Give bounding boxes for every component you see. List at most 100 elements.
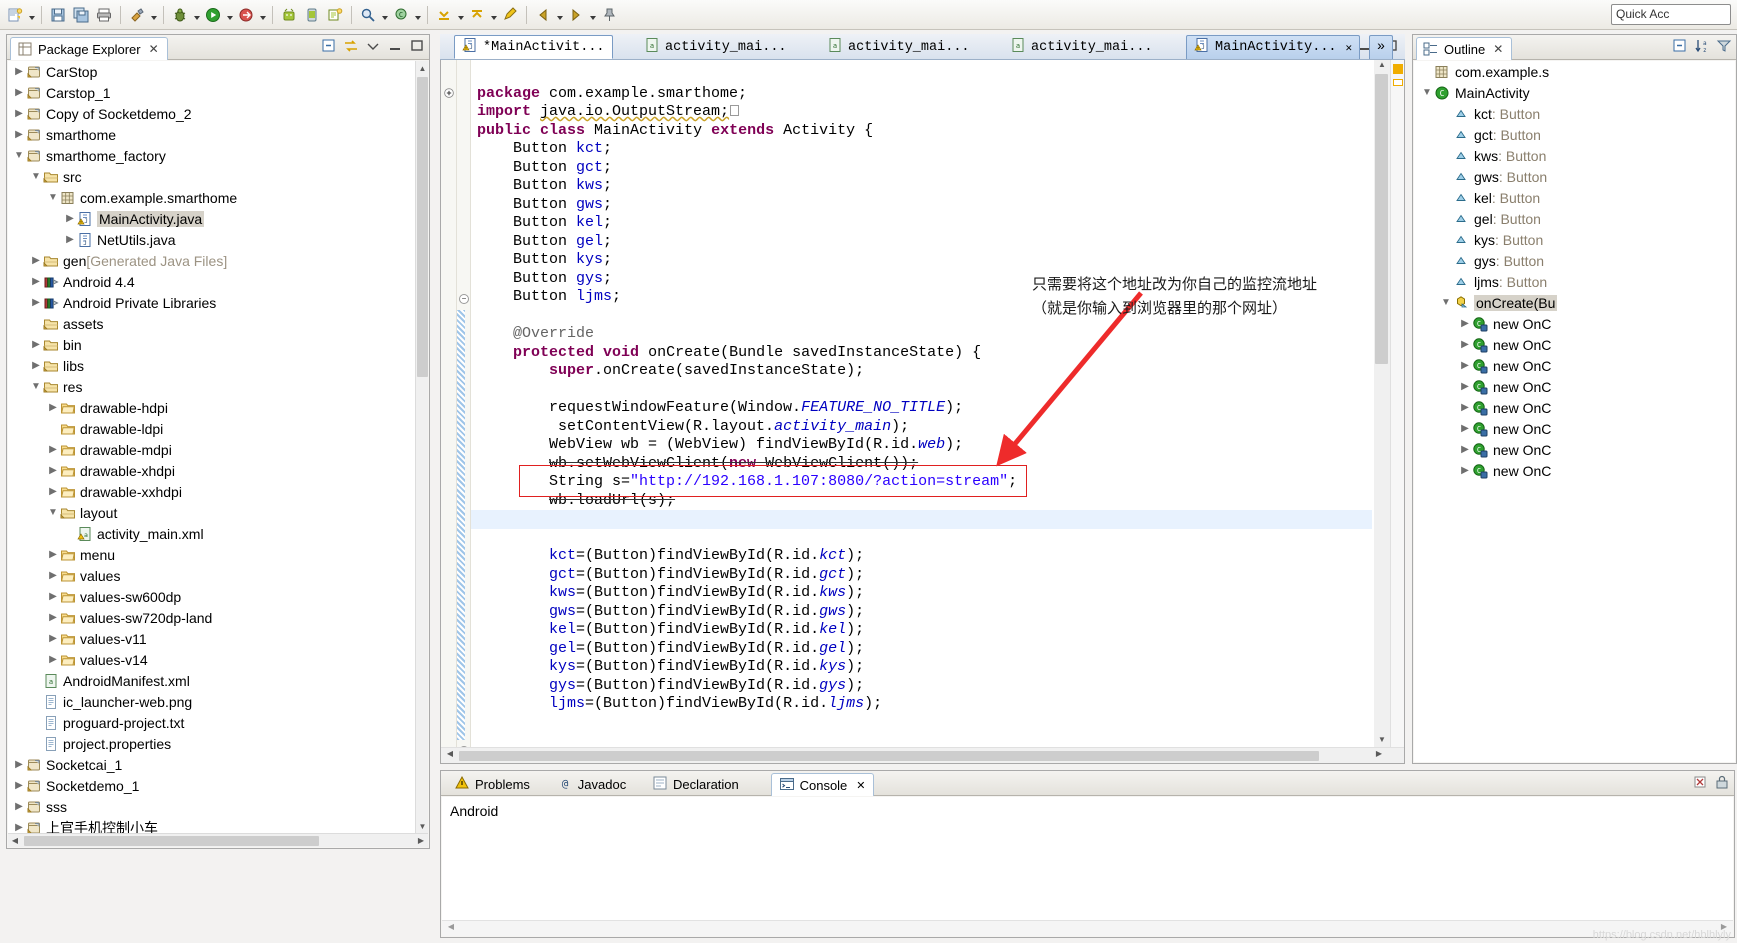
outline-tree[interactable]: com.example.s ▼ C MainActivity kct : Button g… <box>1414 61 1735 762</box>
collapse-all-icon[interactable] <box>321 38 337 54</box>
chevron-right-icon[interactable]: ▶ <box>46 591 60 602</box>
tree-item-drawable-xxhdpi[interactable]: ▶ drawable-xxhdpi <box>8 481 415 502</box>
editor-overview-ruler[interactable] <box>1390 60 1404 747</box>
chevron-right-icon[interactable]: ▶ <box>12 66 26 77</box>
tab-outline[interactable]: Outline ✕ <box>1416 37 1513 60</box>
tree-item-android-4-4[interactable]: ▶ Android 4.4 <box>8 271 415 292</box>
chevron-right-icon[interactable]: ▶ <box>12 759 26 770</box>
chevron-right-icon[interactable]: ▶ <box>29 255 43 266</box>
tree-item-sss[interactable]: ▶ sss <box>8 796 415 817</box>
prev-annotation-dropdown-arrow[interactable] <box>489 4 498 26</box>
tree-item-android-private-libraries[interactable]: ▶ Android Private Libraries <box>8 292 415 313</box>
chevron-right-icon[interactable]: ▶ <box>12 87 26 98</box>
build-dropdown-arrow[interactable] <box>149 4 158 26</box>
tree-item-drawable-xhdpi[interactable]: ▶ drawable-xhdpi <box>8 460 415 481</box>
hscroll-thumb[interactable] <box>24 836 319 846</box>
save-icon[interactable] <box>47 4 69 26</box>
close-icon[interactable]: ✕ <box>1346 41 1353 55</box>
tree-item-ic-launcher-web-png[interactable]: ic_launcher-web.png <box>8 691 415 712</box>
chevron-right-icon[interactable]: ▶ <box>12 780 26 791</box>
more-editor-tabs-button[interactable]: » <box>1369 35 1394 59</box>
back-dropdown-arrow[interactable] <box>555 4 564 26</box>
chevron-right-icon[interactable]: ▶ <box>46 465 60 476</box>
console-tab-console[interactable]: Console ✕ <box>770 773 874 796</box>
open-type-icon[interactable]: C <box>390 4 412 26</box>
outline-item-gws[interactable]: gws : Button <box>1414 166 1735 187</box>
chevron-right-icon[interactable]: ▶ <box>1458 381 1472 392</box>
search-icon[interactable] <box>357 4 379 26</box>
run-external-icon[interactable] <box>235 4 257 26</box>
outline-item-gys[interactable]: gys : Button <box>1414 250 1735 271</box>
tree-item-values-sw720dp-land[interactable]: ▶ values-sw720dp-land <box>8 607 415 628</box>
scroll-down-icon[interactable]: ▼ <box>1375 735 1389 747</box>
android-avd-manager-icon[interactable] <box>301 4 323 26</box>
tree-item-copy-of-socketdemo-2[interactable]: ▶ Copy of Socketdemo_2 <box>8 103 415 124</box>
tree-item-assets[interactable]: assets <box>8 313 415 334</box>
editor-vscrollbar[interactable]: ▲ ▼ <box>1374 60 1390 747</box>
chevron-right-icon[interactable]: ▶ <box>46 402 60 413</box>
close-icon[interactable]: ✕ <box>856 779 865 792</box>
chevron-right-icon[interactable]: ▶ <box>1458 402 1472 413</box>
tree-item-androidmanifest-xml[interactable]: a AndroidManifest.xml <box>8 670 415 691</box>
close-icon[interactable]: ✕ <box>149 42 159 56</box>
tree-item-smarthome[interactable]: ▶ smarthome <box>8 124 415 145</box>
editor-marker-gutter[interactable] <box>441 60 457 747</box>
editor-tab-1[interactable]: a activity_mai... <box>637 35 794 59</box>
sort-icon[interactable]: az <box>1694 38 1710 54</box>
run-dropdown-arrow[interactable] <box>225 4 234 26</box>
quick-access-input[interactable]: Quick Acc <box>1611 4 1731 25</box>
package-explorer-hscrollbar[interactable]: ◀ ▶ <box>8 833 428 847</box>
tree-item-layout[interactable]: ▼ layout <box>8 502 415 523</box>
build-all-icon[interactable] <box>126 4 148 26</box>
chevron-right-icon[interactable]: ▶ <box>46 486 60 497</box>
console-tab-problems[interactable]: Problems <box>447 773 537 796</box>
chevron-right-icon[interactable]: ▶ <box>12 822 26 833</box>
tree-item-com-example-smarthome[interactable]: ▼ com.example.smarthome <box>8 187 415 208</box>
tree-item-values-v11[interactable]: ▶ values-v11 <box>8 628 415 649</box>
tree-item-libs[interactable]: ▶ libs <box>8 355 415 376</box>
back-icon[interactable] <box>532 4 554 26</box>
tree-item-values-v14[interactable]: ▶ values-v14 <box>8 649 415 670</box>
editor-tab-0[interactable]: J *MainActivit... <box>454 35 613 59</box>
editor-vscroll-thumb[interactable] <box>1375 74 1388 364</box>
chevron-down-icon[interactable]: ▼ <box>1420 87 1434 98</box>
print-icon[interactable] <box>93 4 115 26</box>
console-hscrollbar[interactable]: ◀ ▶ <box>442 920 1733 936</box>
scroll-left-icon[interactable]: ◀ <box>444 922 458 935</box>
filter-icon[interactable] <box>1716 38 1732 54</box>
chevron-right-icon[interactable]: ▶ <box>46 612 60 623</box>
outline-item-new-onc[interactable]: ▶ Cnew OnC <box>1414 439 1735 460</box>
vscroll-thumb[interactable] <box>417 77 428 377</box>
collapse-all-icon[interactable] <box>1672 38 1688 54</box>
open-type-dropdown-arrow[interactable] <box>413 4 422 26</box>
chevron-right-icon[interactable]: ▶ <box>46 444 60 455</box>
chevron-right-icon[interactable]: ▶ <box>63 213 77 224</box>
debug-dropdown-arrow[interactable] <box>192 4 201 26</box>
chevron-right-icon[interactable]: ▶ <box>29 297 43 308</box>
chevron-down-icon[interactable]: ▼ <box>1439 297 1453 308</box>
pin-icon[interactable] <box>598 4 620 26</box>
forward-icon[interactable] <box>565 4 587 26</box>
chevron-right-icon[interactable]: ▶ <box>46 654 60 665</box>
outline-item-oncreate-bu[interactable]: ▼ onCreate(Bu <box>1414 292 1735 313</box>
chevron-right-icon[interactable]: ▶ <box>1458 339 1472 350</box>
tree-item-res[interactable]: ▼ res <box>8 376 415 397</box>
external-dropdown-arrow[interactable] <box>258 4 267 26</box>
outline-item-new-onc[interactable]: ▶ Cnew OnC <box>1414 355 1735 376</box>
chevron-right-icon[interactable]: ▶ <box>46 549 60 560</box>
chevron-right-icon[interactable]: ▶ <box>1458 360 1472 371</box>
chevron-right-icon[interactable]: ▶ <box>29 276 43 287</box>
outline-item-kct[interactable]: kct : Button <box>1414 103 1735 124</box>
tree-item-socketdemo-1[interactable]: ▶ Socketdemo_1 <box>8 775 415 796</box>
chevron-right-icon[interactable]: ▶ <box>1458 423 1472 434</box>
editor-tab-4[interactable]: J MainActivity... ✕ <box>1186 35 1361 59</box>
chevron-right-icon[interactable]: ▶ <box>46 633 60 644</box>
tree-item-project-properties[interactable]: project.properties <box>8 733 415 754</box>
tree-item-menu[interactable]: ▶ menu <box>8 544 415 565</box>
chevron-right-icon[interactable]: ▶ <box>12 801 26 812</box>
minimize-icon[interactable] <box>387 38 403 54</box>
new-wizard-icon[interactable] <box>4 4 26 26</box>
tab-package-explorer[interactable]: Package Explorer ✕ <box>10 37 168 60</box>
chevron-right-icon[interactable]: ▶ <box>12 108 26 119</box>
outline-item-kel[interactable]: kel : Button <box>1414 187 1735 208</box>
